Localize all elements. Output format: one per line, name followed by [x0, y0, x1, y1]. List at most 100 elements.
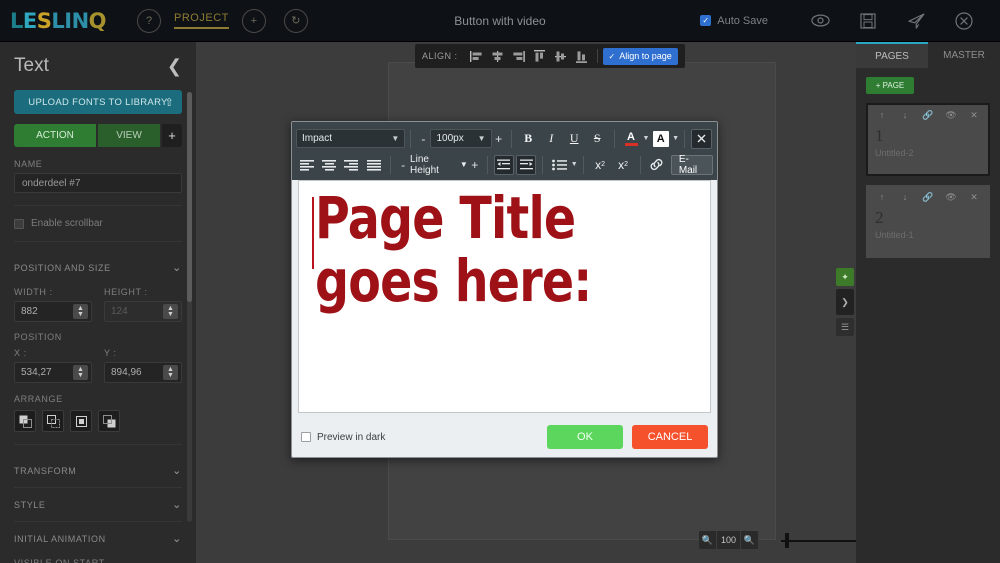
- ok-button[interactable]: OK: [547, 425, 623, 449]
- align-to-page-toggle[interactable]: ✓ Align to page: [602, 47, 678, 65]
- chevron-down-icon[interactable]: ▼: [672, 135, 679, 142]
- app-logo[interactable]: L E S L I N Q: [10, 9, 107, 33]
- x-stepper[interactable]: ▲ ▼: [73, 365, 88, 380]
- width-stepper[interactable]: ▲ ▼: [73, 304, 88, 319]
- tab-master[interactable]: MASTER: [928, 42, 1000, 68]
- move-up-icon[interactable]: ↑: [872, 192, 892, 203]
- eye-icon[interactable]: [807, 8, 833, 34]
- page-thumbnail[interactable]: ↑ ↓ 🔗 👁 ✕ 1 Untitled-2: [866, 103, 990, 176]
- bring-forward-icon[interactable]: [70, 410, 92, 432]
- eye-icon[interactable]: 👁: [941, 192, 961, 203]
- link-icon[interactable]: 🔗: [918, 110, 938, 121]
- zoom-value[interactable]: 100: [717, 531, 741, 549]
- auto-save-toggle[interactable]: ✓ Auto Save: [700, 15, 768, 27]
- project-tab[interactable]: PROJECT: [174, 12, 229, 29]
- chevron-left-icon[interactable]: ❮: [167, 56, 182, 77]
- align-middle-v-icon[interactable]: [552, 48, 569, 65]
- align-justify-icon[interactable]: [364, 155, 384, 175]
- action-button[interactable]: ACTION: [14, 124, 96, 147]
- align-left-icon[interactable]: [297, 155, 317, 175]
- align-center-h-icon[interactable]: [489, 48, 506, 65]
- enable-scrollbar-checkbox[interactable]: Enable scrollbar: [14, 218, 182, 229]
- align-right-icon[interactable]: [510, 48, 527, 65]
- bring-to-front-icon[interactable]: [14, 410, 36, 432]
- upload-fonts-button[interactable]: UPLOAD FONTS TO LIBRARY ⇧: [14, 90, 182, 114]
- view-button[interactable]: VIEW: [98, 124, 160, 147]
- tab-pages[interactable]: PAGES: [856, 42, 928, 68]
- bold-button[interactable]: B: [518, 129, 539, 149]
- line-height-decrease[interactable]: -: [396, 158, 410, 172]
- align-right-icon[interactable]: [342, 155, 362, 175]
- move-down-icon[interactable]: ↓: [895, 110, 915, 121]
- close-icon[interactable]: ✕: [964, 110, 984, 121]
- move-down-icon[interactable]: ↓: [895, 192, 915, 203]
- text-color-icon[interactable]: A: [621, 129, 642, 149]
- question-circle-icon[interactable]: ?: [137, 8, 162, 33]
- clear-format-icon[interactable]: [691, 128, 712, 149]
- section-initial-animation[interactable]: INITIAL ANIMATION ⌄: [14, 525, 182, 552]
- email-button[interactable]: E-Mail: [670, 154, 713, 176]
- send-backward-icon[interactable]: [42, 410, 64, 432]
- chevron-down-icon[interactable]: ▼: [642, 135, 649, 142]
- editor-text[interactable]: Page Title goes here:: [315, 187, 632, 312]
- name-input[interactable]: onderdeel #7: [14, 173, 182, 193]
- layers-icon[interactable]: ☰: [836, 318, 854, 336]
- font-size-decrease[interactable]: -: [416, 132, 430, 146]
- section-position-and-size[interactable]: POSITION AND SIZE ⌄: [14, 254, 182, 281]
- align-top-icon[interactable]: [531, 48, 548, 65]
- zoom-slider[interactable]: [781, 531, 856, 549]
- highlight-color-icon[interactable]: A: [650, 129, 671, 149]
- align-left-icon[interactable]: [468, 48, 485, 65]
- link-icon[interactable]: 🔗: [918, 192, 938, 203]
- line-height-increase[interactable]: +: [468, 158, 482, 172]
- indent-decrease-icon[interactable]: [493, 154, 515, 175]
- slider-knob[interactable]: [785, 533, 789, 548]
- page-thumbnail[interactable]: ↑ ↓ 🔗 👁 ✕ 2 Untitled-1: [866, 185, 990, 258]
- align-center-icon[interactable]: [319, 155, 339, 175]
- section-transform[interactable]: TRANSFORM ⌄: [14, 457, 182, 484]
- pages-tabs: PAGES MASTER: [856, 42, 1000, 68]
- plus-circle-icon[interactable]: +: [241, 8, 266, 33]
- y-input[interactable]: 894,96 ▲ ▼: [104, 362, 182, 383]
- preview-in-dark-checkbox[interactable]: Preview in dark: [301, 432, 385, 443]
- x-input[interactable]: 534,27 ▲ ▼: [14, 362, 92, 383]
- height-stepper[interactable]: ▲ ▼: [163, 304, 178, 319]
- cancel-button[interactable]: CANCEL: [632, 425, 708, 449]
- add-page-button[interactable]: + PAGE: [866, 77, 914, 94]
- close-icon[interactable]: ✕: [964, 192, 984, 203]
- scrollbar-thumb[interactable]: [187, 92, 192, 302]
- subscript-button[interactable]: x2: [613, 155, 634, 175]
- close-circle-icon[interactable]: [951, 8, 977, 34]
- height-input[interactable]: 124 ▲ ▼: [104, 301, 182, 322]
- align-to-page-label: Align to page: [619, 51, 672, 61]
- link-icon[interactable]: [647, 155, 667, 175]
- width-input[interactable]: 882 ▲ ▼: [14, 301, 92, 322]
- bullet-list-icon[interactable]: [549, 155, 569, 175]
- superscript-button[interactable]: x2: [590, 155, 611, 175]
- send-to-back-icon[interactable]: [98, 410, 120, 432]
- font-family-select[interactable]: Impact ▼: [296, 129, 406, 148]
- snap-icon[interactable]: ✦: [836, 268, 854, 286]
- section-style[interactable]: STYLE ⌄: [14, 491, 182, 518]
- refresh-circle-icon[interactable]: ↻: [283, 8, 308, 33]
- chevron-down-icon[interactable]: ▼: [571, 161, 578, 168]
- left-panel-scrollbar[interactable]: [187, 92, 192, 522]
- font-size-increase[interactable]: +: [492, 132, 506, 146]
- y-stepper[interactable]: ▲ ▼: [163, 365, 178, 380]
- move-up-icon[interactable]: ↑: [872, 110, 892, 121]
- add-button[interactable]: +: [162, 124, 182, 147]
- italic-button[interactable]: I: [541, 129, 562, 149]
- underline-button[interactable]: U: [564, 129, 585, 149]
- editor-content-area[interactable]: Page Title goes here:: [298, 180, 711, 413]
- align-bottom-icon[interactable]: [573, 48, 590, 65]
- line-height-select[interactable]: Line Height ▼: [410, 154, 468, 176]
- zoom-in-icon[interactable]: 🔍: [741, 531, 759, 549]
- chevron-right-icon[interactable]: ❯: [836, 289, 854, 315]
- floppy-disk-icon[interactable]: [855, 8, 881, 34]
- eye-icon[interactable]: 👁: [941, 110, 961, 121]
- strikethrough-button[interactable]: S: [587, 129, 608, 149]
- indent-increase-icon[interactable]: [516, 154, 537, 175]
- zoom-out-icon[interactable]: 🔍: [699, 531, 717, 549]
- font-size-select[interactable]: 100px ▼: [430, 129, 492, 148]
- paper-plane-icon[interactable]: [903, 8, 929, 34]
